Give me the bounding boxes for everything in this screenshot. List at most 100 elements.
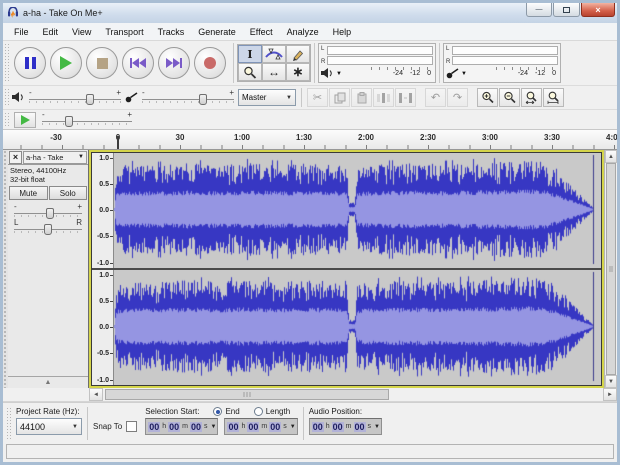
menu-view[interactable]: View: [65, 25, 98, 39]
input-source-select[interactable]: Master ▼: [238, 89, 296, 106]
chevron-down-icon[interactable]: ▼: [374, 424, 380, 430]
playback-meter[interactable]: L R ▼ -24 -12 0: [318, 43, 436, 83]
track-sample-rate: Stereo, 44100Hz: [10, 166, 86, 175]
scroll-left-button[interactable]: ◄: [89, 388, 103, 401]
menu-generate[interactable]: Generate: [191, 25, 243, 39]
horizontal-scroll-thumb[interactable]: [105, 389, 389, 400]
playspeed-toolbar-grip[interactable]: [4, 112, 9, 127]
horizontal-scroll-track[interactable]: [103, 388, 617, 401]
scroll-down-button[interactable]: ▼: [605, 375, 617, 388]
timeline-ruler[interactable]: -30 0 30 1:00 1:30 2:00 2:30 3:00 3:30 4…: [3, 130, 617, 150]
length-radio-label: Length: [266, 407, 290, 416]
play-at-speed-button[interactable]: [14, 112, 36, 128]
draw-tool-button[interactable]: [286, 45, 310, 63]
timeshift-tool-button[interactable]: ↔: [262, 63, 286, 81]
zoom-out-button[interactable]: [499, 88, 520, 107]
selection-tool-button[interactable]: I: [238, 45, 262, 63]
transport-toolbar-grip[interactable]: [4, 43, 9, 83]
track-title: a-ha - Take: [26, 153, 63, 162]
track-pan-slider[interactable]: L R: [14, 221, 82, 234]
track-title-menu[interactable]: a-ha - Take ▼: [23, 151, 87, 164]
length-radio[interactable]: Length: [254, 407, 290, 416]
minimize-button[interactable]: —: [526, 3, 552, 17]
input-volume-thumb[interactable]: [199, 94, 207, 105]
chevron-down-icon[interactable]: ▼: [211, 424, 217, 430]
left-channel-amplitude-ruler[interactable]: 1.0 0.5 0.0 -0.5 -1.0: [92, 153, 114, 268]
trim-outside-button[interactable]: [373, 88, 394, 107]
pause-button[interactable]: [14, 47, 46, 79]
menu-tracks[interactable]: Tracks: [151, 25, 192, 39]
mixer-toolbar-grip[interactable]: [4, 88, 9, 107]
redo-button[interactable]: ↷: [447, 88, 468, 107]
skip-to-end-button[interactable]: [158, 47, 190, 79]
play-icon: [60, 56, 72, 70]
cut-button[interactable]: ✂: [307, 88, 328, 107]
horizontal-scrollbar[interactable]: ◄ ►: [89, 388, 617, 401]
playback-speed-thumb[interactable]: [65, 116, 73, 127]
project-rate-select[interactable]: 44100 ▼: [16, 418, 82, 435]
copy-button[interactable]: [329, 88, 350, 107]
record-button[interactable]: [194, 47, 226, 79]
close-button[interactable]: ×: [581, 3, 615, 17]
playback-meter-dropdown-icon[interactable]: ▼: [336, 71, 342, 77]
maximize-button[interactable]: [553, 3, 580, 17]
audacity-logo-icon: [7, 7, 19, 19]
recording-meter[interactable]: L R ▼ -24 -12 0: [443, 43, 561, 83]
selection-start-field[interactable]: 00h 00m 00s ▼: [145, 418, 218, 435]
track-gain-slider[interactable]: - +: [14, 205, 82, 218]
menu-help[interactable]: Help: [326, 25, 359, 39]
silence-selection-button[interactable]: [395, 88, 416, 107]
zoom-tool-button[interactable]: [238, 63, 262, 81]
multi-tool-button[interactable]: ∗: [286, 63, 310, 81]
chevron-down-icon[interactable]: ▼: [290, 424, 296, 430]
vertical-scrollbar[interactable]: ▲ ▼: [604, 150, 617, 388]
track-gain-thumb[interactable]: [46, 208, 54, 219]
window-title: a-ha - Take On Me+: [23, 8, 103, 18]
skip-to-start-button[interactable]: [122, 47, 154, 79]
recording-meter-dropdown-icon[interactable]: ▼: [461, 71, 467, 77]
paste-button[interactable]: [351, 88, 372, 107]
output-volume-slider[interactable]: - +: [29, 91, 121, 105]
menu-analyze[interactable]: Analyze: [280, 25, 326, 39]
right-channel-amplitude-ruler[interactable]: 1.0 0.5 0.0 -0.5 -1.0: [92, 270, 114, 385]
output-speaker-icon: [12, 92, 25, 103]
vertical-scroll-thumb[interactable]: [606, 163, 616, 375]
input-volume-slider[interactable]: - +: [142, 91, 234, 105]
fit-selection-button[interactable]: [521, 88, 542, 107]
pencil-icon: [291, 48, 305, 61]
stop-button[interactable]: [86, 47, 118, 79]
audio-position-field[interactable]: 00h 00m 00s ▼: [309, 418, 382, 435]
menu-edit[interactable]: Edit: [36, 25, 66, 39]
undo-button[interactable]: ↶: [425, 88, 446, 107]
right-channel-waveform[interactable]: [114, 270, 601, 385]
envelope-tool-button[interactable]: [262, 45, 286, 63]
snap-to-checkbox[interactable]: [126, 421, 137, 432]
track-menu-dropdown-icon: ▼: [78, 154, 84, 160]
selection-end-field[interactable]: 00h 00m 00s ▼: [224, 418, 297, 435]
scroll-right-button[interactable]: ►: [603, 388, 617, 401]
track-sample-format: 32-bit float: [10, 175, 86, 184]
output-volume-thumb[interactable]: [86, 94, 94, 105]
recording-meter-left-label: L: [446, 46, 450, 52]
slider-plus-label: +: [229, 88, 234, 97]
left-channel-waveform[interactable]: [114, 153, 601, 268]
selection-toolbar-grip[interactable]: [6, 407, 11, 440]
end-radio[interactable]: End: [213, 407, 239, 416]
zoom-in-button[interactable]: [477, 88, 498, 107]
toolbar-row-2: - + - + Master ▼ ✂: [3, 86, 617, 110]
track-pan-thumb[interactable]: [44, 224, 52, 235]
title-bar[interactable]: a-ha - Take On Me+ — ×: [3, 3, 617, 23]
track-collapse-button[interactable]: ▲: [8, 376, 88, 388]
mute-button[interactable]: Mute: [9, 186, 48, 200]
playback-speed-slider[interactable]: - +: [42, 113, 132, 127]
fit-project-button[interactable]: [543, 88, 564, 107]
status-message-area: [6, 444, 614, 459]
menu-effect[interactable]: Effect: [243, 25, 280, 39]
scroll-up-button[interactable]: ▲: [605, 150, 617, 163]
play-button[interactable]: [50, 47, 82, 79]
menu-transport[interactable]: Transport: [98, 25, 150, 39]
solo-button[interactable]: Solo: [49, 186, 88, 200]
fit-project-icon: [547, 91, 561, 104]
track-close-button[interactable]: ×: [9, 151, 22, 164]
menu-file[interactable]: File: [7, 25, 36, 39]
